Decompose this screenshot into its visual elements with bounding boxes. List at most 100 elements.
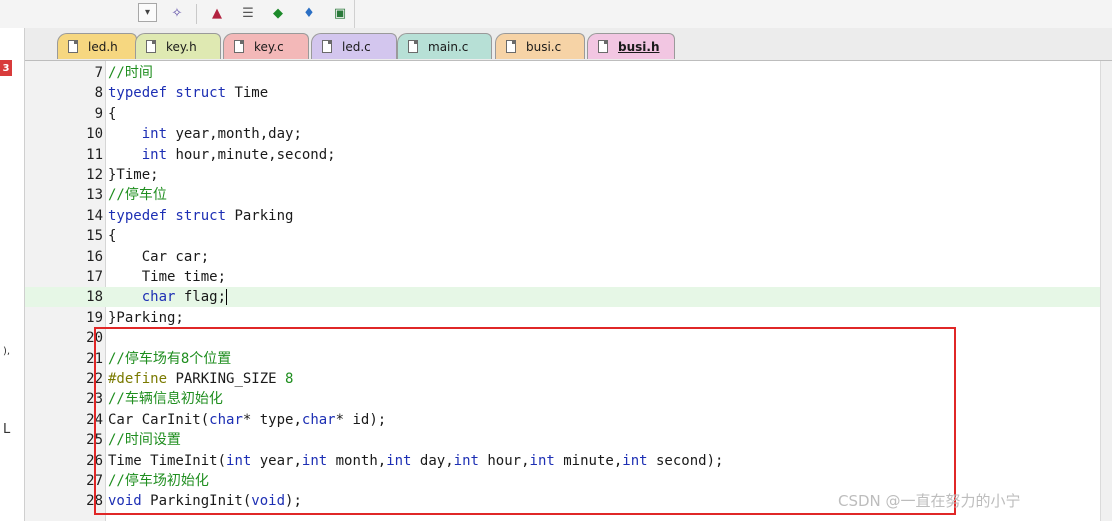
line-number: 21 bbox=[86, 350, 103, 367]
code-token: { bbox=[108, 228, 117, 245]
outline-icon[interactable]: ☰ bbox=[238, 3, 258, 23]
panel-glyph: ), bbox=[3, 346, 11, 357]
code-token: int bbox=[141, 146, 168, 163]
line-number: 12 bbox=[86, 167, 103, 183]
code-token: Parking bbox=[226, 207, 294, 224]
line-number: 22 bbox=[86, 371, 103, 387]
watermark: CSDN @一直在努力的小宁 bbox=[838, 492, 1021, 510]
line-number: 14 bbox=[86, 207, 103, 224]
line-number: 13 bbox=[86, 187, 103, 204]
toolbar-separator bbox=[196, 4, 197, 24]
code-token: //时间 bbox=[108, 65, 153, 81]
code-text: //停车位 bbox=[108, 185, 167, 205]
code-token: }Time; bbox=[108, 167, 159, 183]
code-line[interactable]: 15 { bbox=[25, 226, 1100, 246]
tab-busi-c[interactable]: busi.c bbox=[495, 33, 585, 59]
code-token: Car car; bbox=[108, 248, 210, 265]
line-number: 26 bbox=[86, 452, 103, 469]
tab-key-h[interactable]: key.h bbox=[135, 33, 221, 59]
line-number: 27 bbox=[86, 473, 103, 489]
code-line[interactable]: 16 Car car; bbox=[25, 247, 1100, 267]
code-line[interactable]: 8 typedef struct Time bbox=[25, 83, 1100, 103]
error-marker-icon: 3 bbox=[0, 60, 12, 76]
dropdown-arrow-icon[interactable]: ▾ bbox=[138, 3, 157, 22]
gem-icon[interactable]: ♦ bbox=[299, 3, 319, 23]
magic-wand-icon[interactable]: ✧ bbox=[167, 3, 187, 23]
line-number: 11 bbox=[86, 146, 103, 163]
code-token: year,month,day; bbox=[167, 126, 302, 143]
code-token: int bbox=[141, 126, 168, 143]
tab-led-c[interactable]: led.c bbox=[311, 33, 397, 59]
line-number: 15 bbox=[86, 228, 103, 245]
line-number: 17 bbox=[86, 269, 103, 285]
code-token: char bbox=[141, 289, 176, 306]
tab-label: led.c bbox=[342, 39, 371, 54]
tab-label: led.h bbox=[88, 39, 118, 54]
tab-main-c[interactable]: main.c bbox=[397, 33, 492, 59]
code-line[interactable]: 14 typedef struct Parking bbox=[25, 206, 1100, 226]
package-icon[interactable]: ▣ bbox=[330, 3, 350, 23]
code-line[interactable]: 12 }Time; bbox=[25, 165, 1100, 185]
tab-label: key.c bbox=[254, 39, 284, 54]
file-icon bbox=[146, 40, 156, 53]
code-text: }Parking; bbox=[108, 308, 184, 328]
tab-label: busi.h bbox=[618, 39, 660, 54]
diamond-icon[interactable]: ◆ bbox=[268, 3, 288, 23]
code-text: { bbox=[108, 226, 116, 246]
line-number: 10 bbox=[86, 126, 103, 143]
tab-led-h[interactable]: led.h bbox=[57, 33, 137, 59]
code-text: Time time; bbox=[108, 267, 226, 287]
code-text: Car car; bbox=[108, 247, 209, 267]
code-line[interactable]: 19 }Parking; bbox=[25, 308, 1100, 328]
code-token: flag; bbox=[175, 289, 227, 306]
build-icon[interactable]: ▲ bbox=[207, 3, 227, 23]
file-icon bbox=[506, 40, 516, 53]
line-number: 16 bbox=[86, 248, 103, 265]
code-line[interactable]: 11 int hour,minute,second; bbox=[25, 145, 1100, 165]
code-token: Time bbox=[226, 85, 269, 102]
vertical-scrollbar[interactable] bbox=[1100, 61, 1112, 521]
code-line[interactable]: 18 char flag; bbox=[25, 287, 1100, 308]
code-token: typedef struct bbox=[108, 207, 227, 224]
file-icon bbox=[68, 40, 78, 53]
code-text: { bbox=[108, 104, 116, 124]
tab-busi-h[interactable]: busi.h bbox=[587, 33, 675, 59]
file-icon bbox=[598, 40, 608, 53]
code-line[interactable]: 13 //停车位 bbox=[25, 185, 1100, 205]
toolbar-edge bbox=[354, 0, 355, 28]
code-token: Time time; bbox=[108, 269, 227, 285]
code-text: int hour,minute,second; bbox=[108, 145, 336, 165]
code-text: int year,month,day; bbox=[108, 124, 302, 144]
file-icon bbox=[322, 40, 332, 53]
line-number: 25 bbox=[86, 432, 103, 449]
line-number: 24 bbox=[86, 411, 103, 428]
highlight-annotation-box bbox=[94, 327, 956, 515]
code-line[interactable]: 7 //时间 bbox=[25, 63, 1100, 83]
tab-key-c[interactable]: key.c bbox=[223, 33, 309, 59]
code-line[interactable]: 10 int year,month,day; bbox=[25, 124, 1100, 144]
code-text: }Time; bbox=[108, 165, 159, 185]
line-number: 19 bbox=[86, 309, 103, 326]
line-number: 9 bbox=[94, 105, 103, 122]
code-text: typedef struct Parking bbox=[108, 206, 293, 226]
line-number: 18 bbox=[86, 289, 103, 306]
tab-label: busi.c bbox=[526, 39, 562, 54]
code-text: //时间 bbox=[108, 63, 153, 83]
file-icon bbox=[408, 40, 418, 53]
line-number: 23 bbox=[86, 391, 103, 408]
file-tab-bar: led.h key.h key.c led.c main.c busi.c bu… bbox=[25, 28, 1112, 61]
text-caret bbox=[226, 289, 228, 306]
code-line[interactable]: 9{ bbox=[25, 104, 1100, 124]
code-token: typedef struct bbox=[108, 85, 227, 102]
code-token: hour,minute,second; bbox=[167, 146, 336, 163]
code-line[interactable]: 17 Time time; bbox=[25, 267, 1100, 287]
toolbar: ▾ ✧ ▲ ☰ ◆ ♦ ▣ bbox=[0, 0, 1112, 29]
code-text: typedef struct Time bbox=[108, 83, 268, 103]
code-token: //停车位 bbox=[108, 187, 167, 204]
code-token: }Parking; bbox=[108, 309, 184, 326]
line-number: 20 bbox=[86, 330, 103, 347]
line-number: 28 bbox=[86, 493, 103, 510]
